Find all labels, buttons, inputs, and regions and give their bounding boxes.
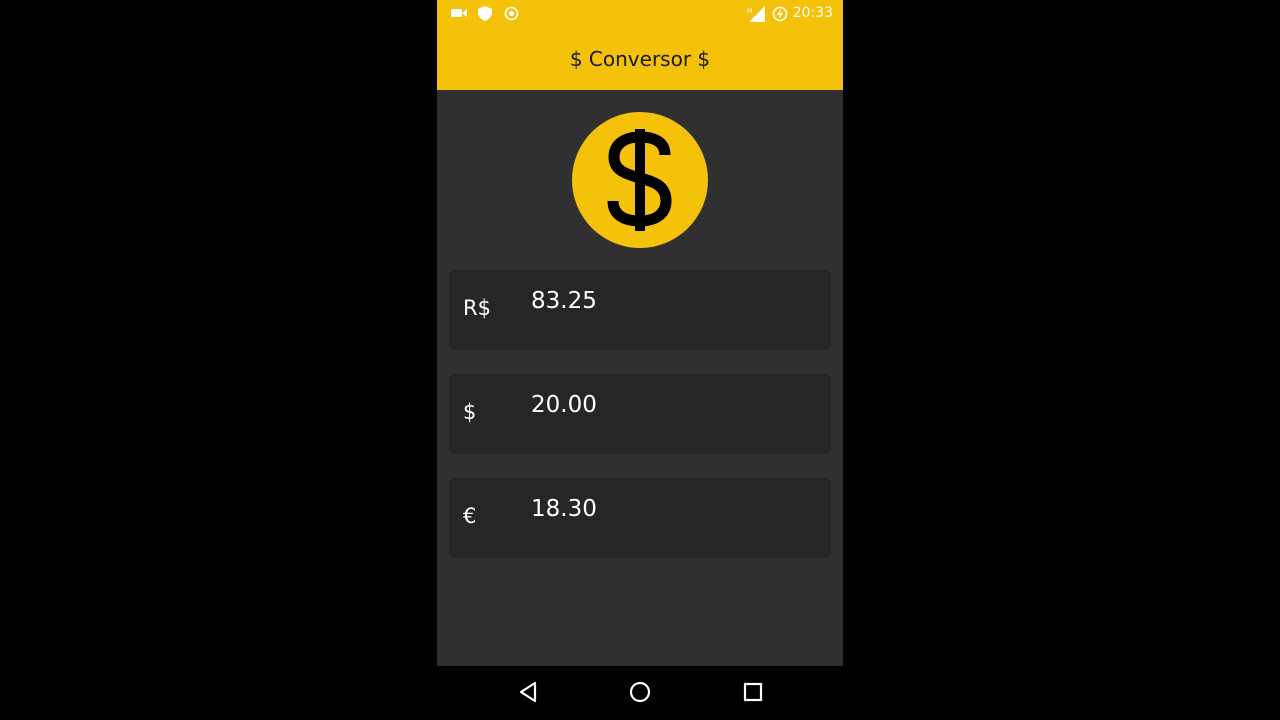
euro-input[interactable] <box>531 496 811 522</box>
svg-text:H: H <box>747 7 752 15</box>
real-field[interactable]: R$ <box>449 270 831 350</box>
euro-field[interactable]: € <box>449 478 831 558</box>
video-camera-icon <box>451 9 467 17</box>
battery-charging-icon <box>772 6 788 22</box>
navigation-bar <box>0 666 1280 720</box>
converter-content: R$ $ € <box>437 90 843 666</box>
dollar-sign-icon <box>607 129 672 231</box>
back-icon[interactable] <box>517 680 539 704</box>
dollar-field[interactable]: $ <box>449 374 831 454</box>
status-bar: H 20:33 <box>437 0 843 28</box>
phone-screen: H 20:33 $ Conversor $ R$ $ € <box>437 0 843 720</box>
target-icon <box>504 6 519 21</box>
home-icon[interactable] <box>628 680 652 704</box>
app-bar: $ Conversor $ <box>437 28 843 90</box>
app-title: $ Conversor $ <box>569 47 711 71</box>
real-input[interactable] <box>531 288 811 314</box>
recents-icon[interactable] <box>741 680 765 704</box>
dollar-input[interactable] <box>531 392 811 418</box>
dollar-prefix: $ <box>463 400 477 424</box>
shield-icon <box>478 6 492 21</box>
status-time: 20:33 <box>792 5 833 21</box>
signal-icon: H <box>747 6 765 22</box>
dollar-coin-icon <box>572 112 708 248</box>
real-prefix: R$ <box>463 296 491 320</box>
euro-prefix: € <box>463 504 477 528</box>
